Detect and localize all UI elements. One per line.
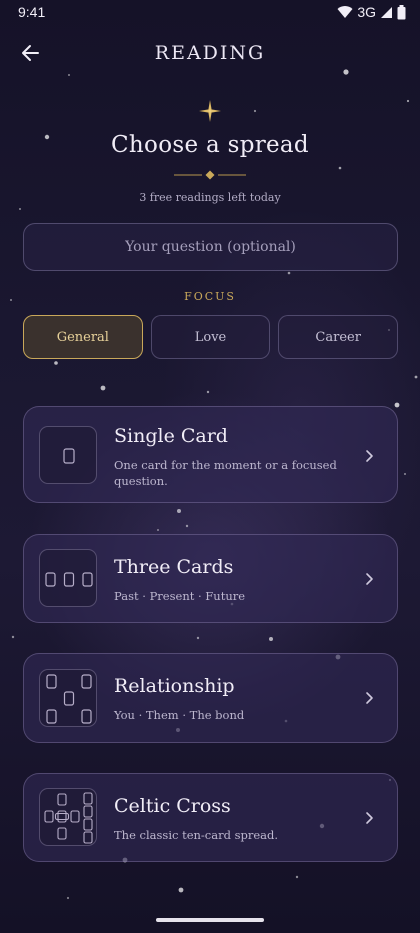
- chevron-right-icon: [366, 573, 373, 585]
- chevron-right-icon: [366, 812, 373, 824]
- spread-description: One card for the moment or a focused que…: [114, 458, 337, 488]
- single-card-layout-icon: [39, 426, 97, 484]
- page-title: READING: [154, 42, 266, 64]
- focus-chip-general[interactable]: General: [23, 315, 143, 359]
- status-time: 9:41: [18, 4, 46, 20]
- spread-description: The classic ten-card spread.: [114, 828, 279, 842]
- status-icons: 3G: [337, 4, 406, 20]
- top-app-bar: READING: [0, 30, 420, 76]
- three-cards-layout-icon: [39, 549, 97, 607]
- spread-title: Single Card: [114, 425, 228, 447]
- question-input[interactable]: [24, 224, 397, 270]
- spread-card-three-cards[interactable]: Three Cards Past · Present · Future: [23, 534, 398, 623]
- network-type: 3G: [357, 4, 376, 20]
- focus-chip-love[interactable]: Love: [150, 315, 271, 359]
- question-field[interactable]: [23, 223, 398, 271]
- free-readings-note: 3 free readings left today: [139, 191, 281, 204]
- focus-chip-group: General Love Career: [23, 315, 399, 359]
- sparkle-icon: [199, 100, 221, 122]
- focus-chip-label: Career: [315, 329, 361, 345]
- spread-card-relationship[interactable]: Relationship You · Them · The bond: [23, 653, 398, 743]
- focus-label: FOCUS: [184, 290, 236, 303]
- battery-icon: [397, 4, 406, 19]
- chevron-right-icon: [366, 692, 373, 704]
- relationship-layout-icon: [39, 669, 97, 727]
- spread-card-single-card[interactable]: Single Card One card for the moment or a…: [23, 406, 398, 503]
- status-bar: 9:41 3G: [0, 0, 420, 24]
- spread-title: Celtic Cross: [114, 795, 231, 817]
- spread-title: Relationship: [114, 675, 235, 697]
- screen-heading: Choose a spread: [111, 132, 309, 158]
- wifi-icon: [337, 6, 353, 19]
- chevron-right-icon: [366, 450, 373, 462]
- spread-description: Past · Present · Future: [114, 589, 246, 603]
- celtic-cross-layout-icon: [39, 788, 97, 846]
- arrow-left-icon: [22, 45, 39, 61]
- spread-description: You · Them · The bond: [114, 708, 245, 722]
- spread-title: Three Cards: [114, 556, 234, 578]
- ornament-divider: [174, 170, 246, 180]
- focus-chip-career[interactable]: Career: [278, 315, 399, 359]
- back-button[interactable]: [12, 34, 48, 72]
- focus-chip-label: Love: [194, 329, 227, 345]
- spread-card-celtic-cross[interactable]: Celtic Cross The classic ten-card spread…: [23, 773, 398, 862]
- focus-chip-label: General: [56, 329, 109, 345]
- home-indicator[interactable]: [156, 918, 264, 922]
- signal-icon: [381, 6, 392, 18]
